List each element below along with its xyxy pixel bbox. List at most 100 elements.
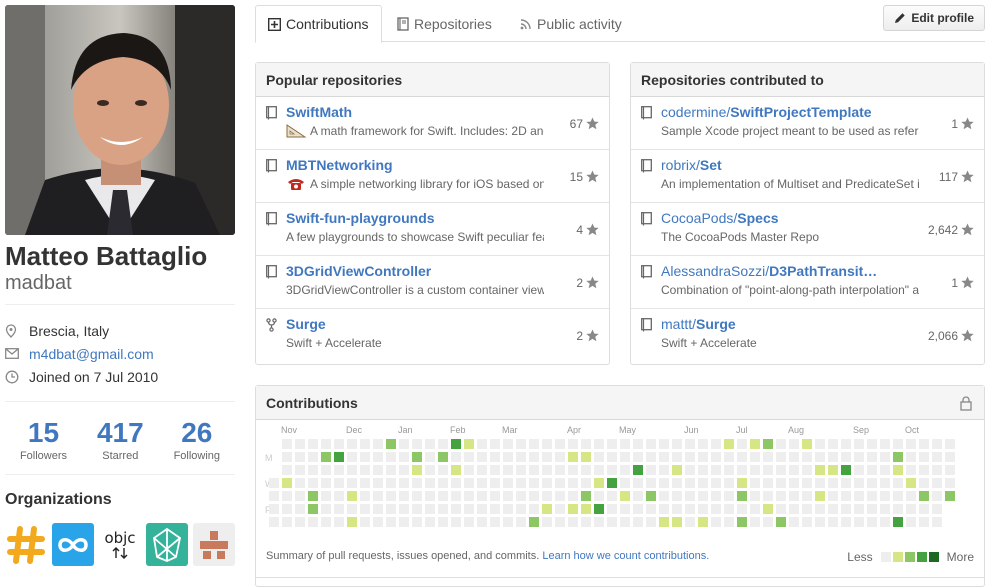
contribution-day[interactable] <box>763 452 773 462</box>
contribution-day[interactable] <box>776 491 786 501</box>
repo-stars[interactable]: 2,642 <box>928 203 974 256</box>
contribution-day[interactable] <box>568 452 578 462</box>
contribution-day[interactable] <box>503 478 513 488</box>
contribution-day[interactable] <box>802 452 812 462</box>
contribution-day[interactable] <box>828 517 838 527</box>
contribution-day[interactable] <box>620 452 630 462</box>
contribution-day[interactable] <box>568 491 578 501</box>
repo-item[interactable]: robrix/Set An implementation of Multiset… <box>631 150 984 203</box>
contribution-day[interactable] <box>568 504 578 514</box>
contribution-day[interactable] <box>516 504 526 514</box>
contribution-day[interactable] <box>932 439 942 449</box>
contribution-day[interactable] <box>880 465 890 475</box>
contribution-day[interactable] <box>386 452 396 462</box>
repo-stars[interactable]: 117 <box>939 150 974 203</box>
contribution-day[interactable] <box>477 439 487 449</box>
repo-name[interactable]: mattt/Surge <box>661 316 901 332</box>
contribution-day[interactable] <box>646 517 656 527</box>
contribution-day[interactable] <box>581 517 591 527</box>
contribution-day[interactable] <box>529 517 539 527</box>
contribution-day[interactable] <box>503 439 513 449</box>
contribution-day[interactable] <box>360 504 370 514</box>
contribution-day[interactable] <box>776 465 786 475</box>
contribution-day[interactable] <box>555 452 565 462</box>
contribution-day[interactable] <box>581 465 591 475</box>
contribution-day[interactable] <box>360 452 370 462</box>
contribution-day[interactable] <box>633 452 643 462</box>
contribution-day[interactable] <box>295 439 305 449</box>
contribution-day[interactable] <box>373 517 383 527</box>
contribution-day[interactable] <box>529 465 539 475</box>
contribution-day[interactable] <box>269 478 279 488</box>
contribution-day[interactable] <box>568 439 578 449</box>
contribution-day[interactable] <box>555 504 565 514</box>
contribution-day[interactable] <box>386 439 396 449</box>
contribution-day[interactable] <box>789 465 799 475</box>
contribution-day[interactable] <box>672 517 682 527</box>
contribution-day[interactable] <box>906 504 916 514</box>
contribution-day[interactable] <box>490 452 500 462</box>
contribution-day[interactable] <box>906 517 916 527</box>
contribution-day[interactable] <box>425 491 435 501</box>
contribution-day[interactable] <box>867 452 877 462</box>
contribution-day[interactable] <box>386 491 396 501</box>
repo-item[interactable]: AlessandraSozzi/D3PathTransit… Combinati… <box>631 256 984 309</box>
contribution-day[interactable] <box>425 517 435 527</box>
repo-item[interactable]: MBTNetworking A simple networking librar… <box>256 150 609 203</box>
contribution-day[interactable] <box>438 517 448 527</box>
contribution-day[interactable] <box>282 439 292 449</box>
contribution-day[interactable] <box>620 465 630 475</box>
contribution-day[interactable] <box>581 439 591 449</box>
contribution-day[interactable] <box>659 465 669 475</box>
contribution-day[interactable] <box>724 465 734 475</box>
contribution-day[interactable] <box>542 478 552 488</box>
contribution-day[interactable] <box>737 517 747 527</box>
contribution-day[interactable] <box>568 465 578 475</box>
contribution-day[interactable] <box>360 517 370 527</box>
contribution-day[interactable] <box>919 491 929 501</box>
contribution-day[interactable] <box>763 478 773 488</box>
contribution-day[interactable] <box>321 452 331 462</box>
repo-stars[interactable]: 1 <box>951 97 974 150</box>
contribution-day[interactable] <box>893 517 903 527</box>
contribution-day[interactable] <box>516 491 526 501</box>
contribution-day[interactable] <box>334 465 344 475</box>
contribution-day[interactable] <box>399 452 409 462</box>
contribution-day[interactable] <box>841 478 851 488</box>
contribution-day[interactable] <box>646 491 656 501</box>
contribution-day[interactable] <box>282 504 292 514</box>
contribution-day[interactable] <box>906 478 916 488</box>
tab-repositories[interactable]: Repositories <box>385 5 504 42</box>
contribution-day[interactable] <box>503 452 513 462</box>
contribution-day[interactable] <box>581 452 591 462</box>
contribution-day[interactable] <box>438 491 448 501</box>
contribution-day[interactable] <box>399 504 409 514</box>
contribution-day[interactable] <box>516 452 526 462</box>
contribution-day[interactable] <box>412 465 422 475</box>
contribution-day[interactable] <box>412 491 422 501</box>
contribution-day[interactable] <box>503 465 513 475</box>
org-infinity-avatar[interactable] <box>52 523 94 566</box>
contribution-day[interactable] <box>529 478 539 488</box>
contribution-day[interactable] <box>555 465 565 475</box>
contribution-day[interactable] <box>412 478 422 488</box>
contribution-day[interactable] <box>763 504 773 514</box>
contribution-day[interactable] <box>867 478 877 488</box>
contribution-day[interactable] <box>659 478 669 488</box>
org-plus-avatar[interactable] <box>193 523 235 566</box>
contribution-day[interactable] <box>828 439 838 449</box>
contribution-day[interactable] <box>776 517 786 527</box>
contribution-day[interactable] <box>633 439 643 449</box>
contribution-day[interactable] <box>607 452 617 462</box>
contribution-day[interactable] <box>373 452 383 462</box>
contribution-day[interactable] <box>464 465 474 475</box>
contribution-day[interactable] <box>789 439 799 449</box>
contribution-day[interactable] <box>880 517 890 527</box>
contribution-day[interactable] <box>815 491 825 501</box>
contribution-day[interactable] <box>269 517 279 527</box>
contribution-day[interactable] <box>490 439 500 449</box>
contribution-day[interactable] <box>672 478 682 488</box>
contribution-day[interactable] <box>503 491 513 501</box>
repo-stars[interactable]: 2 <box>576 309 599 362</box>
org-crystal-avatar[interactable] <box>146 523 188 566</box>
